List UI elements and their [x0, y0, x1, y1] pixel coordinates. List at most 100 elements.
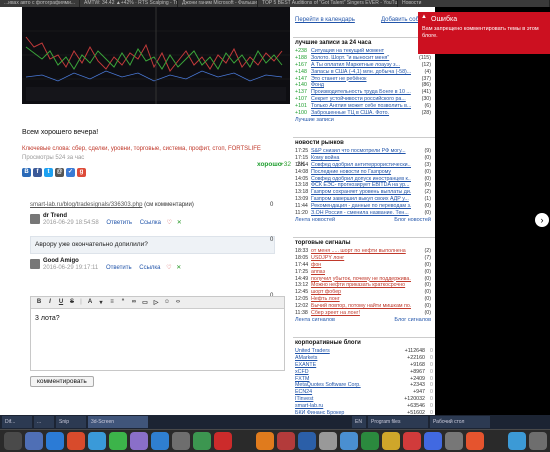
dock-app-icon[interactable]: [109, 432, 127, 450]
item-title-link[interactable]: ФСК ЕЭС- прогнозирует EBITDA на ур...: [311, 182, 411, 189]
blog-name-link[interactable]: United Traders: [295, 348, 375, 355]
gplus-icon[interactable]: g: [77, 168, 86, 177]
list-item[interactable]: 12:45 шорт фобер (0): [293, 289, 435, 296]
dock-app-icon[interactable]: [319, 432, 337, 450]
strike-button[interactable]: S: [68, 299, 76, 306]
dock-app-icon[interactable]: [25, 432, 43, 450]
share-b-icon[interactable]: B: [22, 168, 31, 177]
dock-app-icon[interactable]: [4, 432, 22, 450]
list-item[interactable]: 14:49 получил убыток, почему не поддержив…: [293, 276, 435, 283]
list-item[interactable]: AMarkets +22160 0: [293, 355, 435, 362]
favorite-icon[interactable]: ♡: [166, 265, 171, 271]
avatar[interactable]: [30, 214, 40, 224]
list-item[interactable]: +188 Золото. Шорт. "и выносит меня" (115): [293, 55, 435, 62]
list-item[interactable]: +107 Секрет устойчивости российского ра..…: [293, 96, 435, 103]
list-item[interactable]: 13:09 Газпром завершил выкуп своих АДР у.…: [293, 196, 435, 203]
item-title-link[interactable]: Только Англия может себе позволить в...: [311, 103, 411, 110]
item-title-link[interactable]: фон: [311, 262, 411, 269]
list-item[interactable]: 14:08 Последние новости по Газпрому (0): [293, 169, 435, 176]
blog-name-link[interactable]: EXANTE: [295, 362, 375, 369]
item-title-link[interactable]: Золото. Шорт. "и выносит меня": [311, 55, 411, 62]
dock-app-icon[interactable]: [298, 432, 316, 450]
news-feed-link[interactable]: Лента новостей: [295, 217, 335, 223]
item-title-link[interactable]: Газпром завершил выкуп своих АДР у...: [311, 196, 411, 203]
dock-app-icon[interactable]: [361, 432, 379, 450]
list-item[interactable]: 14:05 Совфед одобрил допуск иностранцев к…: [293, 176, 435, 183]
dock-app-icon[interactable]: [382, 432, 400, 450]
quote-button[interactable]: “: [119, 299, 127, 306]
list-item[interactable]: smart-lab.ru +63546 0: [293, 403, 435, 410]
list-item[interactable]: 11:44 Рекомендация - данные по переводам …: [293, 203, 435, 210]
dock-app-icon[interactable]: [466, 432, 484, 450]
list-item[interactable]: 13:18 ФСК ЕЭС- прогнозирует EBITDA на ур.…: [293, 182, 435, 189]
permalink[interactable]: Ссылка: [140, 220, 161, 226]
post-tags[interactable]: Ключевые слова: сбер, сделки, уровни, то…: [22, 146, 290, 152]
item-title-link[interactable]: Заброшенные ТЦ в США. Фото.: [311, 110, 411, 117]
twitter-icon[interactable]: t: [44, 168, 53, 177]
emoji-button[interactable]: ☺: [163, 299, 171, 306]
close-icon[interactable]: ✕: [177, 220, 182, 226]
item-title-link[interactable]: Совфед одобрил допуск иностранцев к...: [311, 176, 411, 183]
dock-app-icon[interactable]: [403, 432, 421, 450]
dock-app-icon[interactable]: [235, 432, 253, 450]
blog-name-link[interactable]: ITinvest: [295, 396, 375, 403]
item-title-link[interactable]: Ситуация на текущий момент: [311, 48, 411, 55]
taskbar-item[interactable]: Program files: [368, 416, 428, 428]
list-item[interactable]: 17:44 фон (0): [293, 262, 435, 269]
taskbar-item[interactable]: 3d-Screen: [88, 416, 148, 428]
dock-app-icon[interactable]: [193, 432, 211, 450]
next-arrow-icon[interactable]: ›: [535, 213, 549, 227]
item-title-link[interactable]: А Ты оплатил Маркетные лоаузу з...: [311, 62, 411, 69]
reply-link[interactable]: Ответить: [106, 265, 132, 271]
list-item[interactable]: 15:54 Совфед одобрил антитеррористически.…: [293, 162, 435, 169]
code-button[interactable]: ‹›: [174, 299, 182, 306]
list-item[interactable]: FXTM +2409 0: [293, 376, 435, 383]
dock-app-icon[interactable]: [130, 432, 148, 450]
item-title-link[interactable]: получил убыток, почему не поддержива...: [311, 276, 411, 283]
list-item[interactable]: +148 Запасы в США (-4,1) млн. добыча (-58…: [293, 69, 435, 76]
comment-submit-button[interactable]: комментировать: [30, 376, 94, 387]
reply-link[interactable]: Ответить: [106, 220, 132, 226]
dock-app-icon[interactable]: [424, 432, 442, 450]
dock-app-icon[interactable]: [67, 432, 85, 450]
vk-icon[interactable]: ✓: [66, 168, 75, 177]
item-title-link[interactable]: Можно нефти приказать краткосрочно: [311, 282, 411, 289]
dock-app-icon[interactable]: [487, 432, 505, 450]
blog-name-link[interactable]: FXTM: [295, 376, 375, 383]
item-title-link[interactable]: Бычий повтор, потому найти мишкам по...: [311, 303, 411, 310]
dock-app-icon[interactable]: [508, 432, 526, 450]
font-menu-chevron-icon[interactable]: ▾: [97, 299, 105, 306]
list-item[interactable]: 17:25 S&P снизил что посмотрели РФ могу..…: [293, 148, 435, 155]
list-button[interactable]: ≡: [108, 299, 116, 306]
share-icon[interactable]: @: [55, 168, 64, 177]
taskbar-item[interactable]: Рабочий стол: [430, 416, 490, 428]
blog-name-link[interactable]: xCFD: [295, 369, 375, 376]
item-title-link[interactable]: Запасы в США (-4,1) млн. добыча (-58)...: [311, 69, 411, 76]
list-item[interactable]: 11:38 Сбер зреет на лонг! (0): [293, 310, 435, 317]
dock-app-icon[interactable]: [445, 432, 463, 450]
taskbar-item[interactable]: Snip: [56, 416, 86, 428]
item-title-link[interactable]: З.ОН Россия - сменила название. Тен...: [311, 210, 411, 217]
font-color-button[interactable]: A: [86, 299, 94, 306]
browser-tab[interactable]: AMTW: 34.42 ▲+42% · RTS Scalping - Tradi…: [80, 0, 178, 7]
error-toast[interactable]: Ошибка ▲ Вам запрещено комментировать те…: [418, 12, 550, 54]
italic-button[interactable]: I: [46, 299, 54, 306]
list-item[interactable]: 12:02 Бычий повтор, потому найти мишкам п…: [293, 303, 435, 310]
dock-app-icon[interactable]: [151, 432, 169, 450]
dock-app-icon[interactable]: [256, 432, 274, 450]
list-item[interactable]: +167 А Ты оплатил Маркетные лоаузу з... (1…: [293, 62, 435, 69]
calendar-link[interactable]: Перейти в календарь: [295, 17, 355, 23]
blog-name-link[interactable]: MetaQuotes Software Corp.: [295, 382, 375, 389]
item-title-link[interactable]: Кому война: [311, 155, 411, 162]
list-item[interactable]: ECN24 +947 0: [293, 389, 435, 396]
list-item[interactable]: +100 Заброшенные ТЦ в США. Фото. (28): [293, 110, 435, 117]
item-title-link[interactable]: Нефть лонг: [311, 296, 411, 303]
bold-button[interactable]: B: [35, 299, 43, 306]
item-title-link[interactable]: Последние новости по Газпрому: [311, 169, 411, 176]
item-title-link[interactable]: Производительность труда Бонге в 10 ...: [311, 89, 411, 96]
signals-blog-link[interactable]: Блог сигналов: [394, 317, 431, 323]
browser-tab[interactable]: Джони ганим Microsoft - Фальшивки-Аудр R…: [178, 0, 258, 7]
list-item[interactable]: +137 Производительность труда Бонге в 10 …: [293, 89, 435, 96]
dock-app-icon[interactable]: [529, 432, 547, 450]
list-item[interactable]: United Traders +112648 0: [293, 348, 435, 355]
